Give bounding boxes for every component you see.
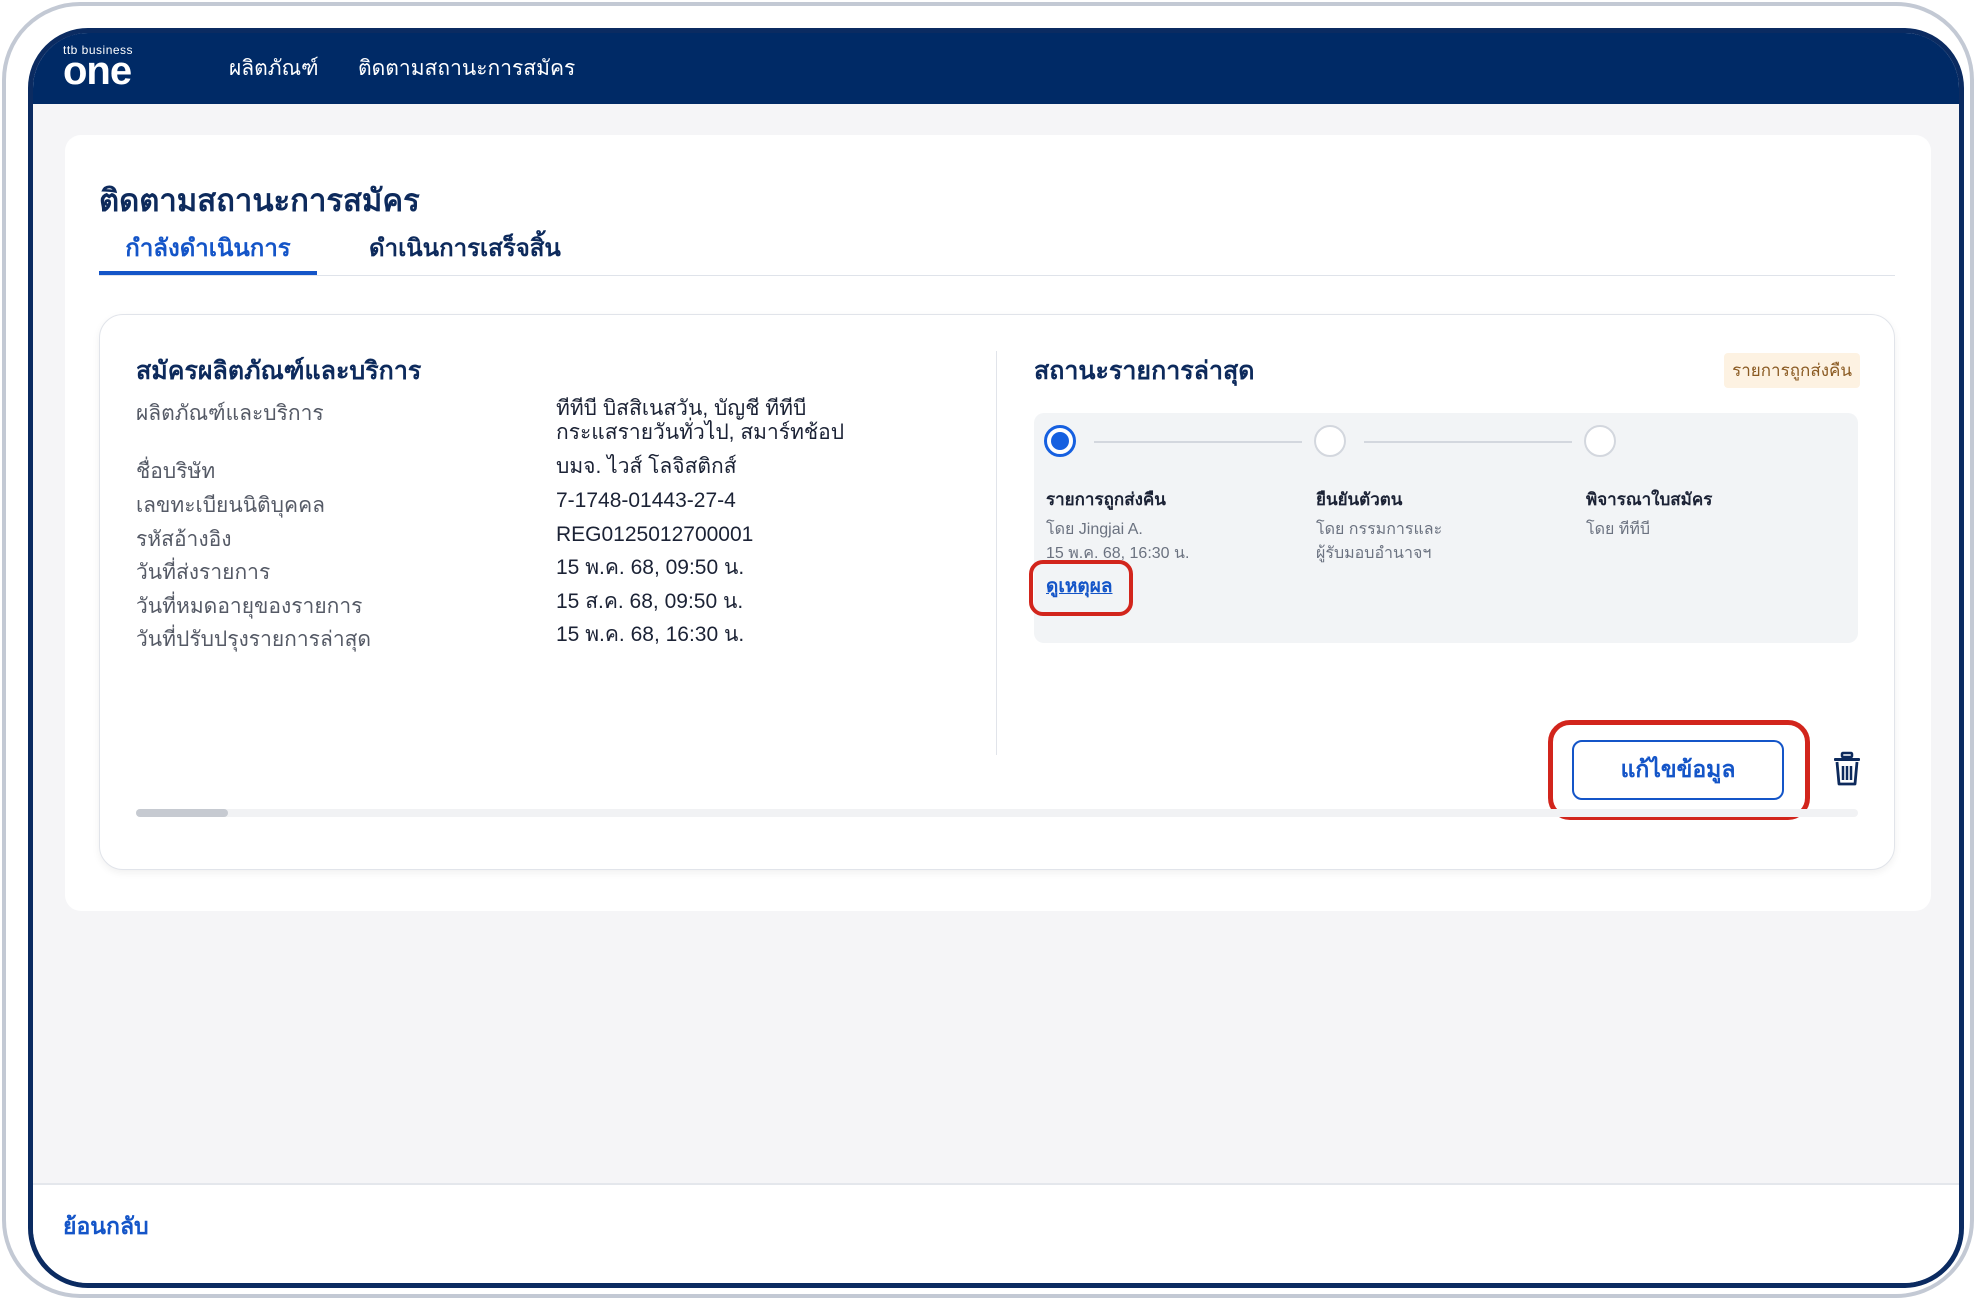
horizontal-scrollbar[interactable] bbox=[136, 809, 1858, 817]
trash-icon[interactable] bbox=[1830, 751, 1864, 787]
main-panel: ติดตามสถานะการสมัคร กำลังดำเนินการ ดำเนิ… bbox=[65, 135, 1931, 911]
step-2-subtitle: โดย กรรมการและ bbox=[1316, 521, 1443, 538]
column-divider bbox=[996, 351, 997, 755]
step-2-dot bbox=[1314, 425, 1346, 457]
footer-bar: ย้อนกลับ bbox=[33, 1183, 1959, 1283]
field-value: 15 พ.ค. 68, 16:30 น. bbox=[556, 623, 745, 646]
app-window: ttb business one ผลิตภัณฑ์ ติดตามสถานะกา… bbox=[28, 28, 1964, 1288]
step-2-subtitle-2: ผู้รับมอบอำนาจฯ bbox=[1316, 545, 1432, 562]
scrollbar-thumb[interactable] bbox=[136, 809, 228, 817]
logo-big-text: one bbox=[63, 49, 132, 93]
tab-completed[interactable]: ดำเนินการเสร็จสิ้น bbox=[369, 225, 561, 273]
device-frame: ttb business one ผลิตภัณฑ์ ติดตามสถานะกา… bbox=[2, 2, 1974, 1298]
step-3-subtitle: โดย ทีทีบี bbox=[1586, 521, 1651, 538]
highlight-box-view-reason bbox=[1029, 560, 1133, 616]
field-label: วันที่ส่งรายการ bbox=[136, 561, 271, 584]
application-card: สมัครผลิตภัณฑ์และบริการ ผลิตภัณฑ์และบริก… bbox=[99, 314, 1895, 870]
field-value: บมจ. ไวส์ โลจิสติกส์ bbox=[556, 455, 737, 478]
field-label: รหัสอ้างอิง bbox=[136, 528, 232, 551]
status-badge: รายการถูกส่งคืน bbox=[1724, 353, 1860, 388]
status-title: สถานะรายการล่าสุด bbox=[1034, 357, 1255, 385]
ttb-business-one-logo[interactable]: ttb business one bbox=[63, 43, 153, 93]
page-title: ติดตามสถานะการสมัคร bbox=[99, 183, 420, 218]
step-connector bbox=[1364, 441, 1572, 443]
nav-track-status[interactable]: ติดตามสถานะการสมัคร bbox=[358, 33, 575, 104]
field-label: ผลิตภัณฑ์และบริการ bbox=[136, 402, 324, 425]
field-label: วันที่ปรับปรุงรายการล่าสุด bbox=[136, 628, 372, 651]
field-value: 15 ส.ค. 68, 09:50 น. bbox=[556, 590, 744, 613]
step-3-title: พิจารณาใบสมัคร bbox=[1586, 490, 1713, 509]
tab-in-progress[interactable]: กำลังดำเนินการ bbox=[99, 225, 317, 275]
step-3-dot bbox=[1584, 425, 1616, 457]
highlight-box-edit-button bbox=[1548, 720, 1810, 820]
field-label: เลขทะเบียนนิติบุคคล bbox=[136, 494, 325, 517]
field-value: REG0125012700001 bbox=[556, 523, 754, 546]
field-value: 15 พ.ค. 68, 09:50 น. bbox=[556, 556, 745, 579]
back-button[interactable]: ย้อนกลับ bbox=[63, 1209, 149, 1245]
step-1-subtitle: โดย Jingjai A. bbox=[1046, 521, 1143, 538]
step-1-active-dot bbox=[1044, 425, 1076, 457]
field-value: 7-1748-01443-27-4 bbox=[556, 489, 736, 512]
field-value: กระแสรายวันทั่วไป, สมาร์ทช้อป bbox=[556, 421, 845, 444]
status-stepper: รายการถูกส่งคืน โดย Jingjai A. 15 พ.ค. 6… bbox=[1029, 413, 1858, 643]
top-navigation-bar: ttb business one ผลิตภัณฑ์ ติดตามสถานะกา… bbox=[33, 33, 1959, 104]
field-label: วันที่หมดอายุของรายการ bbox=[136, 595, 363, 618]
field-label: ชื่อบริษัท bbox=[136, 460, 216, 483]
application-title: สมัครผลิตภัณฑ์และบริการ bbox=[136, 357, 422, 385]
nav-products[interactable]: ผลิตภัณฑ์ bbox=[229, 33, 319, 104]
step-1-title: รายการถูกส่งคืน bbox=[1046, 490, 1166, 509]
tab-bar: กำลังดำเนินการ ดำเนินการเสร็จสิ้น bbox=[99, 225, 1895, 276]
step-connector bbox=[1094, 441, 1302, 443]
step-2-title: ยืนยันตัวตน bbox=[1316, 490, 1403, 509]
